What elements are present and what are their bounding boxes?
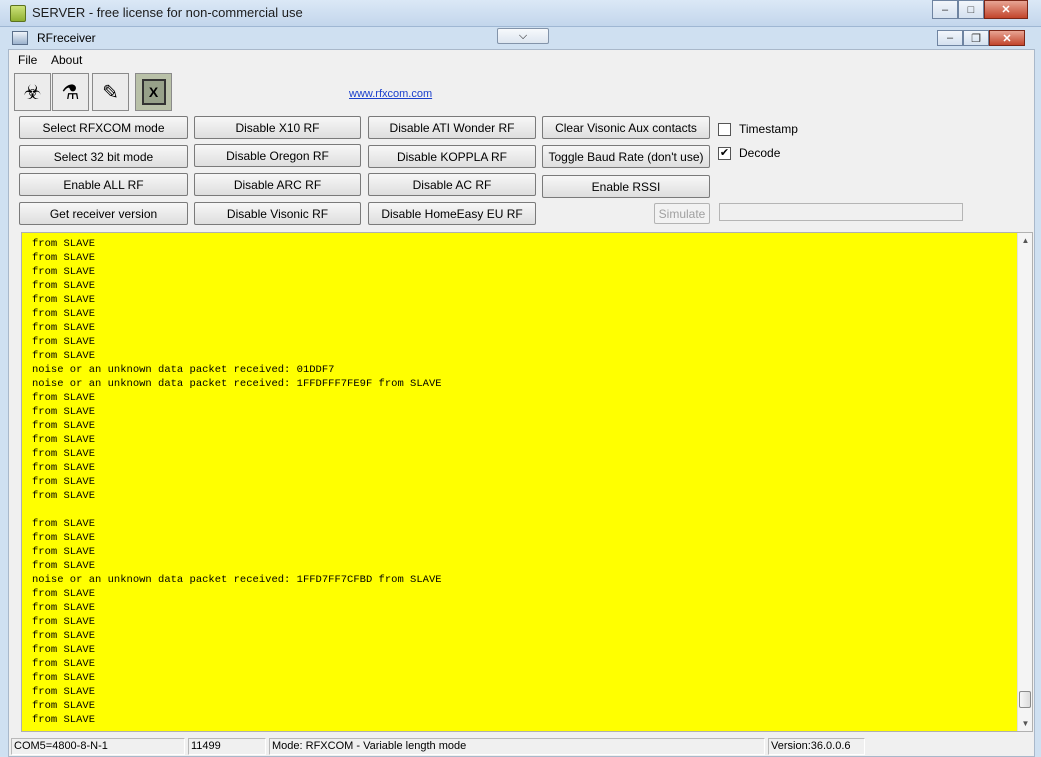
enable-rssi-button[interactable]: Enable RSSI <box>542 175 710 198</box>
disable-ac-rf-button[interactable]: Disable AC RF <box>368 173 536 196</box>
select-32-bit-mode-button[interactable]: Select 32 bit mode <box>19 145 188 168</box>
client-area: File About ☣ ⚗ ✎ X www.rfxcom.com Select… <box>8 49 1035 757</box>
outer-window-controls: – □ ✕ <box>932 0 1028 19</box>
window-title: RFreceiver <box>37 31 96 45</box>
log-line: from SLAVE <box>32 308 96 320</box>
log-line: from SLAVE <box>32 686 96 698</box>
log-line: from SLAVE <box>32 644 96 656</box>
server-app-icon <box>10 5 26 22</box>
log-line: from SLAVE <box>32 252 96 264</box>
status-mode: Mode: RFXCOM - Variable length mode <box>269 738 765 755</box>
decode-label: Decode <box>739 146 781 160</box>
rfreceiver-app-icon <box>12 31 28 45</box>
log-line: from SLAVE <box>32 546 96 558</box>
log-line: from SLAVE <box>32 518 96 530</box>
disable-oregon-rf-button[interactable]: Disable Oregon RF <box>194 144 361 167</box>
scroll-thumb[interactable] <box>1019 691 1031 708</box>
minimize-button[interactable]: – <box>932 0 958 19</box>
log-line: from SLAVE <box>32 336 96 348</box>
log-line: from SLAVE <box>32 616 96 628</box>
scroll-down-arrow-icon[interactable]: ▼ <box>1018 716 1032 731</box>
timestamp-checkbox[interactable]: Timestamp <box>718 122 798 136</box>
close-button[interactable]: ✕ <box>984 0 1028 19</box>
log-text: from SLAVE from SLAVE from SLAVE from SLAVE… <box>22 233 1018 731</box>
vertical-scrollbar[interactable]: ▲ ▼ <box>1017 233 1032 731</box>
exit-label: X <box>141 79 166 105</box>
log-line: from SLAVE <box>32 588 96 600</box>
rfreceiver-window: RFreceiver ⌵ – ❐ ✕ File About ☣ ⚗ ✎ X ww… <box>8 27 1035 757</box>
rfxcom-link[interactable]: www.rfxcom.com <box>349 88 432 100</box>
log-line: from SLAVE <box>32 602 96 614</box>
log-line: from SLAVE <box>32 238 96 250</box>
disable-x10-rf-button[interactable]: Disable X10 RF <box>194 116 361 139</box>
outer-window-title: SERVER - free license for non-commercial… <box>32 5 303 20</box>
log-line: from SLAVE <box>32 294 96 306</box>
scroll-up-arrow-icon[interactable]: ▲ <box>1018 233 1032 248</box>
log-line: from SLAVE <box>32 392 96 404</box>
log-line: from SLAVE <box>32 714 96 726</box>
disable-homeeasy-eu-rf-button[interactable]: Disable HomeEasy EU RF <box>368 202 536 225</box>
decode-checkbox-box[interactable]: ✔ <box>718 146 731 160</box>
receiver-plug-icon[interactable]: ⚗ <box>52 73 89 111</box>
log-line: from SLAVE <box>32 532 96 544</box>
decode-checkbox[interactable]: ✔ Decode <box>718 146 780 160</box>
log-line: from SLAVE <box>32 476 96 488</box>
timestamp-checkbox-box[interactable] <box>718 122 731 136</box>
transmitter-icon[interactable]: ✎ <box>92 73 129 111</box>
menu-bar: File About <box>9 50 1034 69</box>
log-line: from SLAVE <box>32 322 96 334</box>
chevron-down-icon[interactable]: ⌵ <box>497 28 549 44</box>
log-line: from SLAVE <box>32 434 96 446</box>
outer-title-bar: SERVER - free license for non-commercial… <box>0 0 1041 27</box>
clear-visonic-aux-contacts-button[interactable]: Clear Visonic Aux contacts <box>542 116 710 139</box>
enable-all-rf-button[interactable]: Enable ALL RF <box>19 173 188 196</box>
inner-restore-button[interactable]: ❐ <box>963 30 989 46</box>
log-line: noise or an unknown data packet received… <box>32 364 335 376</box>
inner-close-button[interactable]: ✕ <box>989 30 1025 46</box>
log-line: from SLAVE <box>32 406 96 418</box>
menu-file[interactable]: File <box>18 53 37 67</box>
select-rfxcom-mode-button[interactable]: Select RFXCOM mode <box>19 116 188 139</box>
get-receiver-version-button[interactable]: Get receiver version <box>19 202 188 225</box>
log-line: from SLAVE <box>32 280 96 292</box>
toggle-baud-rate-button[interactable]: Toggle Baud Rate (don't use) <box>542 145 710 168</box>
log-line: from SLAVE <box>32 266 96 278</box>
log-line: from SLAVE <box>32 350 96 362</box>
status-port: COM5=4800-8-N-1 <box>11 738 185 755</box>
exit-x-icon[interactable]: X <box>135 73 172 111</box>
log-output[interactable]: from SLAVE from SLAVE from SLAVE from SLAVE… <box>21 232 1033 732</box>
inner-window-controls: – ❐ ✕ <box>937 30 1025 49</box>
maximize-button[interactable]: □ <box>958 0 984 19</box>
disable-visonic-rf-button[interactable]: Disable Visonic RF <box>194 202 361 225</box>
receiver-icon[interactable]: ☣ <box>14 73 51 111</box>
log-line: from SLAVE <box>32 630 96 642</box>
log-line: from SLAVE <box>32 672 96 684</box>
log-line: from SLAVE <box>32 700 96 712</box>
log-line: from SLAVE <box>32 462 96 474</box>
log-line: noise or an unknown data packet received… <box>32 378 442 390</box>
log-line: noise or an unknown data packet received… <box>32 574 442 586</box>
menu-about[interactable]: About <box>51 53 82 67</box>
inner-title-bar: RFreceiver ⌵ – ❐ ✕ <box>8 27 1035 49</box>
status-bar: COM5=4800-8-N-1 11499 Mode: RFXCOM - Var… <box>9 736 1034 756</box>
disable-ati-wonder-rf-button[interactable]: Disable ATI Wonder RF <box>368 116 536 139</box>
simulate-button[interactable]: Simulate <box>654 203 710 224</box>
simulate-input[interactable] <box>719 203 963 221</box>
inner-minimize-button[interactable]: – <box>937 30 963 46</box>
log-line: from SLAVE <box>32 490 96 502</box>
disable-koppla-rf-button[interactable]: Disable KOPPLA RF <box>368 145 536 168</box>
status-count: 11499 <box>188 738 266 755</box>
log-line: from SLAVE <box>32 420 96 432</box>
timestamp-label: Timestamp <box>739 122 798 136</box>
disable-arc-rf-button[interactable]: Disable ARC RF <box>194 173 361 196</box>
log-line: from SLAVE <box>32 560 96 572</box>
log-line: from SLAVE <box>32 658 96 670</box>
status-version: Version:36.0.0.6 <box>768 738 865 755</box>
log-line: from SLAVE <box>32 448 96 460</box>
